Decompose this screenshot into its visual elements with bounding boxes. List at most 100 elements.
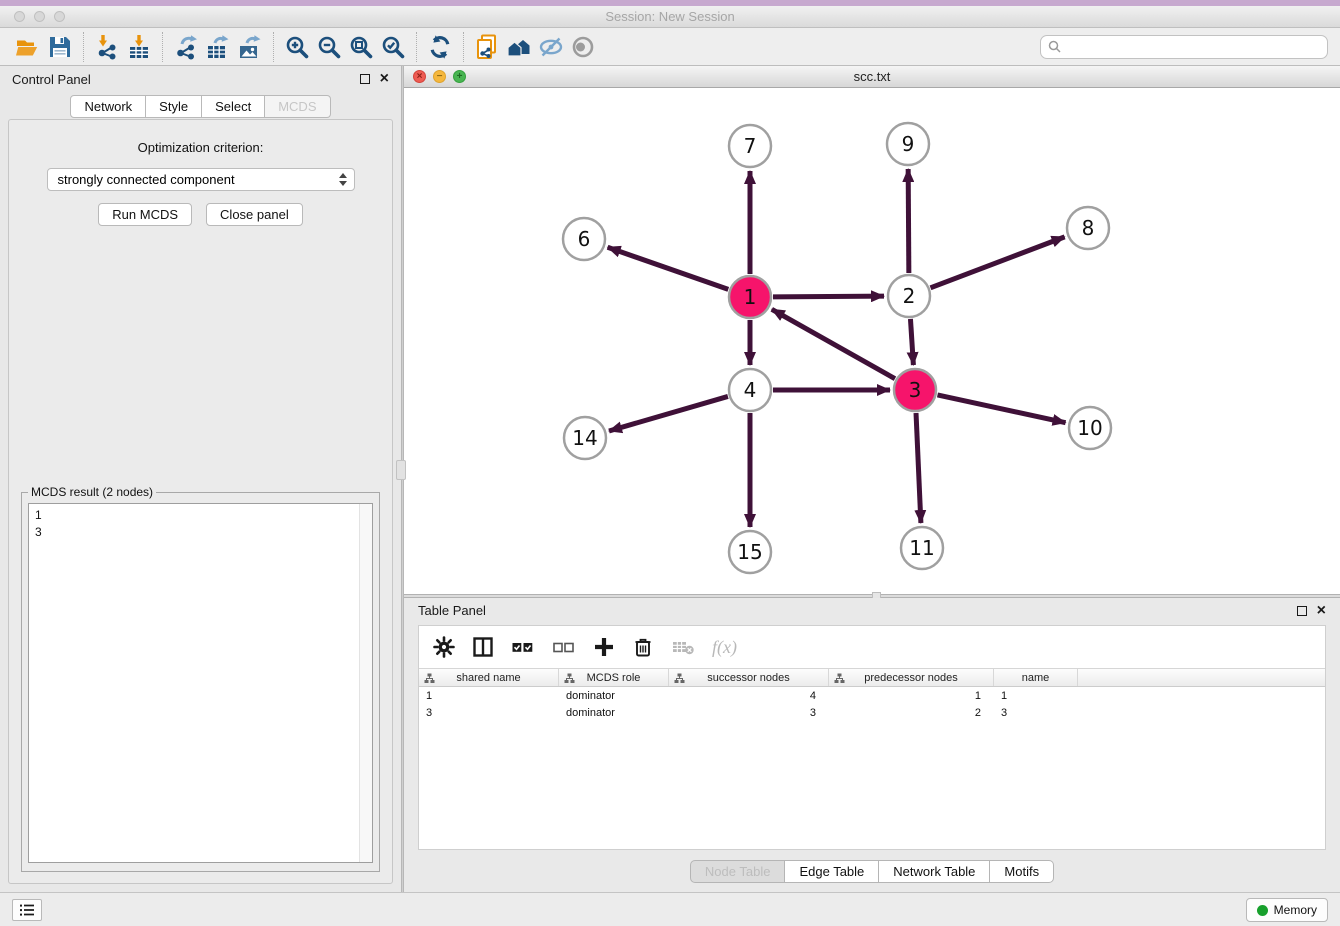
- toolbar-separator: [273, 32, 274, 62]
- table-panel-title: Table Panel: [418, 603, 486, 618]
- cell-name[interactable]: 1: [994, 690, 1078, 702]
- unselect-all-columns-icon[interactable]: [552, 636, 576, 658]
- svg-text:7: 7: [744, 134, 757, 158]
- dropdown-stepper-icon: [339, 173, 347, 186]
- open-session-icon[interactable]: [12, 31, 44, 63]
- zoom-selected-icon[interactable]: [377, 31, 409, 63]
- svg-text:8: 8: [1082, 216, 1095, 240]
- column-header-shared-name[interactable]: shared name: [419, 669, 559, 686]
- graph-edge-4-14[interactable]: [609, 396, 728, 431]
- tab-network-table[interactable]: Network Table: [879, 860, 990, 883]
- first-neighbors-icon[interactable]: [503, 31, 535, 63]
- float-table-panel-icon[interactable]: [1297, 606, 1307, 616]
- import-network-icon[interactable]: [91, 31, 123, 63]
- column-header-mcds-role[interactable]: MCDS role: [559, 669, 669, 686]
- graph-edge-1-6[interactable]: [608, 247, 729, 289]
- graph-node-15[interactable]: 15: [729, 531, 771, 573]
- graph-node-3[interactable]: 3: [894, 369, 936, 411]
- column-header-successor-nodes[interactable]: successor nodes: [669, 669, 829, 686]
- control-panel: Control Panel × NetworkStyleSelectMCDS O…: [0, 66, 401, 892]
- graph-edge-2-8[interactable]: [931, 237, 1065, 288]
- graph-edge-3-11[interactable]: [916, 413, 921, 523]
- app-window: Session: New Session: [0, 0, 1340, 926]
- cell-name[interactable]: 3: [994, 707, 1078, 719]
- svg-text:3: 3: [909, 378, 922, 402]
- tab-network[interactable]: Network: [70, 95, 146, 118]
- tab-select[interactable]: Select: [202, 95, 265, 118]
- cell-predecessor-nodes[interactable]: 1: [829, 690, 994, 702]
- tab-style[interactable]: Style: [146, 95, 202, 118]
- panel-divider-grip[interactable]: [396, 460, 406, 480]
- table-row[interactable]: 1dominator411: [419, 687, 1325, 704]
- table-panel: Table Panel ×: [404, 598, 1340, 892]
- cell-mcds-role[interactable]: dominator: [559, 707, 669, 719]
- graph-node-4[interactable]: 4: [729, 369, 771, 411]
- graph-node-11[interactable]: 11: [901, 527, 943, 569]
- cell-shared-name[interactable]: 1: [419, 690, 559, 702]
- mcds-result-box[interactable]: 1 3: [28, 503, 373, 863]
- tab-node-table[interactable]: Node Table: [690, 860, 786, 883]
- zoom-in-icon[interactable]: [281, 31, 313, 63]
- graph-node-14[interactable]: 14: [564, 417, 606, 459]
- close-panel-icon[interactable]: ×: [380, 74, 389, 84]
- tab-motifs[interactable]: Motifs: [990, 860, 1054, 883]
- graph-node-9[interactable]: 9: [887, 123, 929, 165]
- cell-successor-nodes[interactable]: 4: [669, 690, 829, 702]
- toolbar-separator: [463, 32, 464, 62]
- zoom-out-icon[interactable]: [313, 31, 345, 63]
- maximize-network-icon[interactable]: +: [453, 70, 466, 83]
- table-options-icon[interactable]: [433, 636, 455, 658]
- hide-selected-icon[interactable]: [535, 31, 567, 63]
- node-table-view: f(x) shared nameMCDS rolesuccessor nodes…: [418, 625, 1326, 850]
- cell-predecessor-nodes[interactable]: 2: [829, 707, 994, 719]
- tab-edge-table[interactable]: Edge Table: [785, 860, 879, 883]
- search-box: [1040, 35, 1328, 59]
- add-column-icon[interactable]: [593, 636, 615, 658]
- export-table-icon[interactable]: [202, 31, 234, 63]
- graph-node-6[interactable]: 6: [563, 218, 605, 260]
- save-session-icon[interactable]: [44, 31, 76, 63]
- table-row[interactable]: 3dominator323: [419, 704, 1325, 721]
- cell-shared-name[interactable]: 3: [419, 707, 559, 719]
- cell-mcds-role[interactable]: dominator: [559, 690, 669, 702]
- task-history-button[interactable]: [12, 899, 42, 921]
- tab-mcds[interactable]: MCDS: [265, 95, 330, 118]
- graph-edge-2-3[interactable]: [910, 319, 913, 365]
- zoom-fit-icon[interactable]: [345, 31, 377, 63]
- control-panel-tabs: NetworkStyleSelectMCDS: [0, 95, 401, 118]
- float-panel-icon[interactable]: [360, 74, 370, 84]
- show-hidden-icon[interactable]: [567, 31, 599, 63]
- cell-successor-nodes[interactable]: 3: [669, 707, 829, 719]
- close-panel-button[interactable]: Close panel: [206, 203, 303, 226]
- graph-node-1[interactable]: 1: [729, 276, 771, 318]
- refresh-network-icon[interactable]: [424, 31, 456, 63]
- result-scrollbar[interactable]: [359, 504, 372, 862]
- close-table-panel-icon[interactable]: ×: [1317, 606, 1326, 616]
- graph-node-8[interactable]: 8: [1067, 207, 1109, 249]
- select-all-columns-icon[interactable]: [511, 636, 535, 658]
- memory-button[interactable]: Memory: [1246, 898, 1328, 922]
- export-image-icon[interactable]: [234, 31, 266, 63]
- delete-columns-icon[interactable]: [632, 636, 654, 658]
- svg-text:14: 14: [572, 426, 597, 450]
- criterion-dropdown[interactable]: strongly connected component: [47, 168, 355, 191]
- column-header-predecessor-nodes[interactable]: predecessor nodes: [829, 669, 994, 686]
- graph-edge-3-1[interactable]: [772, 309, 895, 378]
- graph-node-2[interactable]: 2: [888, 275, 930, 317]
- column-header-name[interactable]: name: [994, 669, 1078, 686]
- graph-edge-1-2[interactable]: [773, 296, 884, 297]
- search-input[interactable]: [1066, 39, 1320, 54]
- graph-node-7[interactable]: 7: [729, 125, 771, 167]
- export-network-icon[interactable]: [170, 31, 202, 63]
- graph-node-10[interactable]: 10: [1069, 407, 1111, 449]
- show-column-panel-icon[interactable]: [472, 636, 494, 658]
- minimize-network-icon[interactable]: −: [433, 70, 446, 83]
- import-table-icon[interactable]: [123, 31, 155, 63]
- function-builder-icon: f(x): [712, 637, 737, 658]
- network-canvas[interactable]: 7 9 6 8 1 2 4 3 14 10 15 11: [404, 88, 1340, 594]
- graph-edge-2-9[interactable]: [908, 169, 909, 273]
- close-network-icon[interactable]: ×: [413, 70, 426, 83]
- graph-edge-3-10[interactable]: [937, 395, 1065, 423]
- run-mcds-button[interactable]: Run MCDS: [98, 203, 192, 226]
- duplicate-network-icon[interactable]: [471, 31, 503, 63]
